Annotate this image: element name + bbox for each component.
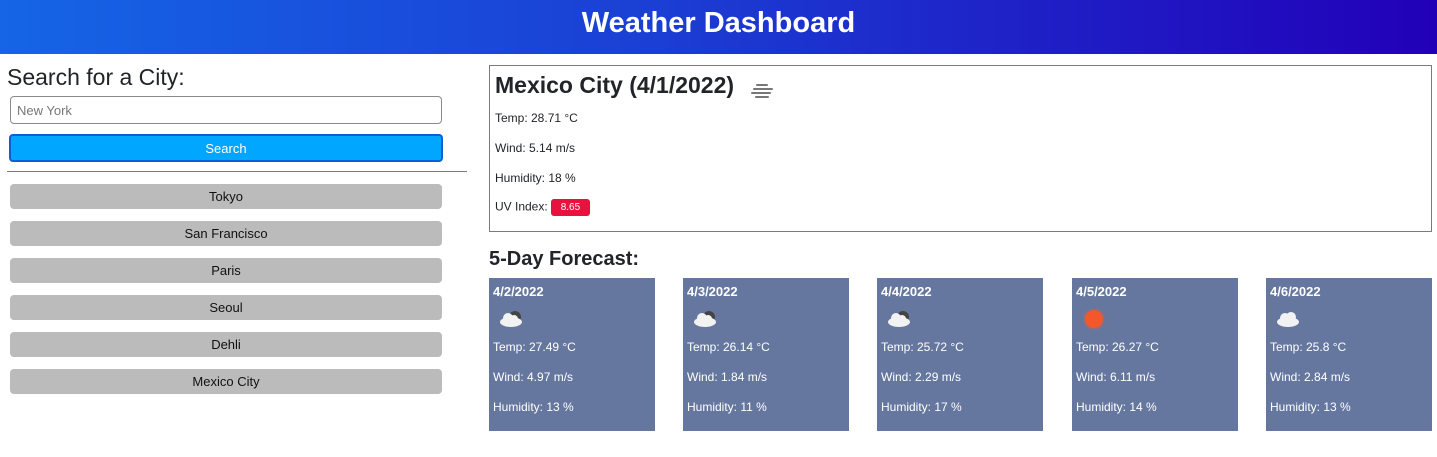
forecast-temp: Temp: 26.14 °C	[687, 340, 770, 354]
history-button-seoul[interactable]: Seoul	[10, 295, 442, 320]
forecast-temp: Temp: 26.27 °C	[1076, 340, 1159, 354]
dark-cloud-icon	[497, 307, 527, 331]
forecast-wind: Wind: 2.29 m/s	[881, 370, 962, 384]
forecast-humidity: Humidity: 17 %	[881, 400, 962, 414]
history-button-paris[interactable]: Paris	[10, 258, 442, 283]
dark-cloud-icon	[691, 307, 721, 331]
forecast-card: 4/3/2022 Temp: 26.14 °C Wind: 1.84 m/s H…	[683, 278, 849, 431]
search-button[interactable]: Search	[9, 134, 443, 162]
history-button-dehli[interactable]: Dehli	[10, 332, 442, 357]
forecast-wind: Wind: 4.97 m/s	[493, 370, 574, 384]
uv-label: UV Index:	[495, 199, 548, 214]
forecast-card: 4/5/2022 Temp: 26.27 °C Wind: 6.11 m/s H…	[1072, 278, 1238, 431]
page-title: Weather Dashboard	[581, 7, 856, 39]
forecast-card: 4/2/2022 Temp: 27.49 °C Wind: 4.97 m/s H…	[489, 278, 655, 431]
forecast-date: 4/5/2022	[1076, 284, 1127, 299]
current-uv: UV Index: 8.65	[495, 199, 591, 216]
forecast-date: 4/2/2022	[493, 284, 544, 299]
forecast-wind: Wind: 1.84 m/s	[687, 370, 768, 384]
search-input[interactable]	[10, 96, 442, 124]
history-button-tokyo[interactable]: Tokyo	[10, 184, 442, 209]
divider	[7, 171, 467, 172]
forecast-title: 5-Day Forecast:	[489, 248, 640, 270]
uv-index-badge: 8.65	[550, 199, 591, 216]
forecast-temp: Temp: 27.49 °C	[493, 340, 576, 354]
current-wind: Wind: 5.14 m/s	[495, 141, 576, 155]
dark-cloud-icon	[885, 307, 915, 331]
forecast-humidity: Humidity: 13 %	[1270, 400, 1351, 414]
history-button-mexico-city[interactable]: Mexico City	[10, 369, 442, 394]
forecast-humidity: Humidity: 13 %	[493, 400, 574, 414]
cloud-icon	[1274, 307, 1304, 331]
forecast-date: 4/6/2022	[1270, 284, 1321, 299]
sun-icon	[1080, 307, 1110, 331]
forecast-wind: Wind: 6.11 m/s	[1076, 370, 1156, 384]
history-button-san-francisco[interactable]: San Francisco	[10, 221, 442, 246]
current-humidity: Humidity: 18 %	[495, 171, 576, 185]
forecast-humidity: Humidity: 11 %	[687, 400, 767, 414]
haze-icon	[750, 80, 776, 102]
current-city-title: Mexico City (4/1/2022)	[495, 72, 735, 98]
forecast-wind: Wind: 2.84 m/s	[1270, 370, 1351, 384]
current-temp: Temp: 28.71 °C	[495, 111, 578, 125]
search-history: Tokyo San Francisco Paris Seoul Dehli Me…	[10, 184, 442, 406]
app-header: Weather Dashboard	[0, 0, 1437, 54]
forecast-card: 4/4/2022 Temp: 25.72 °C Wind: 2.29 m/s H…	[877, 278, 1043, 431]
forecast-temp: Temp: 25.8 °C	[1270, 340, 1347, 354]
forecast-humidity: Humidity: 14 %	[1076, 400, 1157, 414]
forecast-date: 4/3/2022	[687, 284, 738, 299]
forecast-date: 4/4/2022	[881, 284, 932, 299]
current-weather-card: Mexico City (4/1/2022) Temp: 28.71 °C Wi…	[489, 65, 1432, 232]
search-title: Search for a City:	[7, 64, 185, 90]
forecast-card: 4/6/2022 Temp: 25.8 °C Wind: 2.84 m/s Hu…	[1266, 278, 1432, 431]
forecast-temp: Temp: 25.72 °C	[881, 340, 964, 354]
